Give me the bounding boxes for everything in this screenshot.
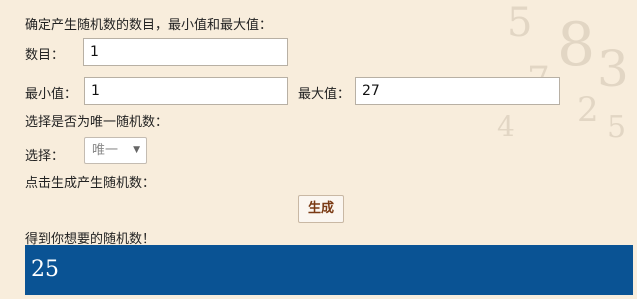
min-input[interactable] (84, 77, 288, 105)
max-input[interactable] (355, 77, 560, 105)
max-label: 最大值： (298, 87, 351, 102)
unique-prompt: 选择是否为唯一随机数： (25, 115, 169, 130)
generate-prompt: 点击生成产生随机数： (25, 176, 156, 191)
dropdown-arrow-icon: ▼ (133, 145, 140, 155)
count-range-prompt: 确定产生随机数的数目，最小值和最大值： (25, 18, 273, 33)
choice-label: 选择： (25, 149, 65, 164)
generate-button[interactable]: 生成 (298, 195, 344, 223)
result-display: 25 (25, 245, 633, 295)
min-label: 最小值： (25, 87, 78, 102)
count-label: 数目： (25, 48, 65, 63)
result-value: 25 (31, 257, 59, 282)
unique-select[interactable]: 唯一 ▼ (84, 137, 147, 164)
unique-select-value: 唯一 (92, 143, 119, 158)
count-input[interactable] (83, 38, 288, 66)
